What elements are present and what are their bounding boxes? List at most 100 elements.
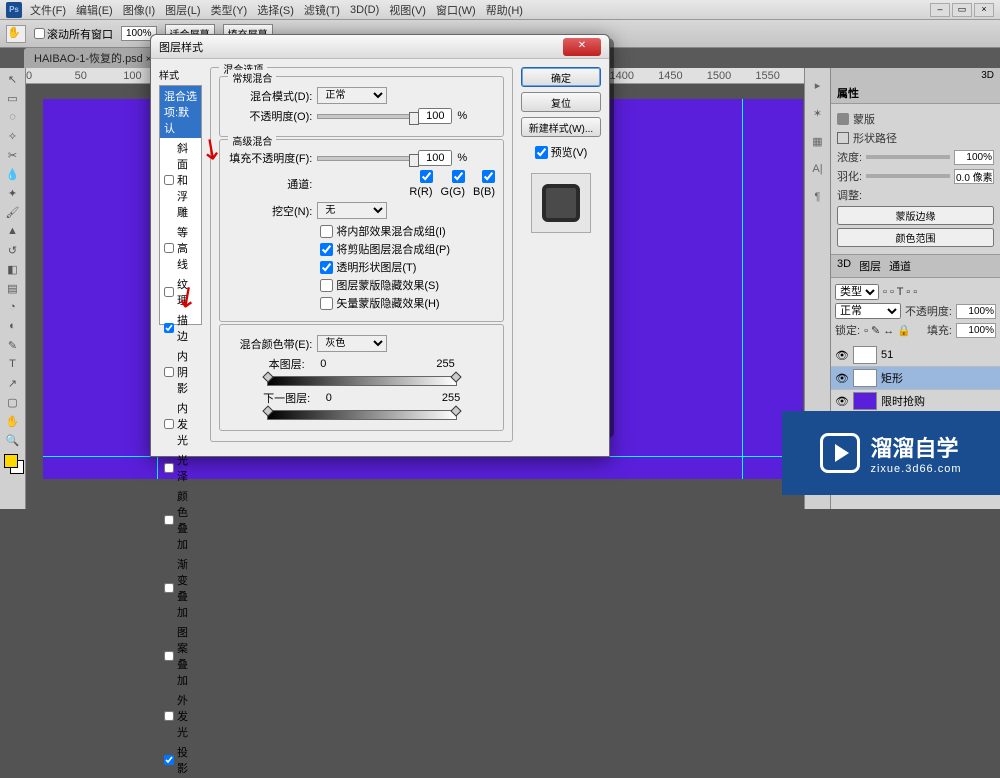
style-gradient-overlay[interactable]: 渐变叠加 [160, 554, 201, 622]
dodge-tool-icon[interactable]: ◐ [3, 317, 23, 335]
style-inner-shadow[interactable]: 内阴影 [160, 346, 201, 398]
style-drop-shadow[interactable]: 投影 [160, 742, 201, 778]
swatches-panel-icon[interactable]: ▦ [809, 132, 827, 150]
feather-input[interactable] [954, 169, 994, 184]
menu-view[interactable]: 视图(V) [389, 2, 426, 18]
dialog-close-icon[interactable]: ✕ [563, 38, 601, 56]
layer-mask-hides-checkbox[interactable]: 图层蒙版隐藏效果(S) [320, 277, 495, 293]
style-color-overlay[interactable]: 颜色叠加 [160, 486, 201, 554]
eraser-tool-icon[interactable]: ◧ [3, 260, 23, 278]
tab-layers[interactable]: 图层 [859, 258, 881, 274]
fill-opacity-input[interactable] [418, 150, 452, 166]
history-brush-icon[interactable]: ↺ [3, 241, 23, 259]
color-swatch[interactable] [4, 454, 22, 472]
knockout-select[interactable]: 无 [317, 202, 387, 219]
menu-file[interactable]: 文件(F) [30, 2, 66, 18]
new-style-button[interactable]: 新建样式(W)... [521, 117, 601, 137]
paragraph-panel-icon[interactable]: ¶ [809, 188, 827, 206]
shape-tool-icon[interactable]: ▢ [3, 393, 23, 411]
this-layer-gradient[interactable] [267, 376, 457, 386]
color-range-button[interactable]: 颜色范围 [837, 228, 994, 247]
opacity-input[interactable] [418, 108, 452, 124]
menu-filter[interactable]: 滤镜(T) [304, 2, 340, 18]
window-maximize-icon[interactable]: ▭ [952, 3, 972, 17]
brush-tool-icon[interactable]: 🖌 [3, 203, 23, 221]
tab-3d[interactable]: 3D [837, 258, 851, 274]
document-tab[interactable]: HAIBAO-1-恢复的.psd × [24, 48, 161, 68]
style-pattern-overlay[interactable]: 图案叠加 [160, 622, 201, 690]
vector-mask-hides-checkbox[interactable]: 矢量蒙版隐藏效果(H) [320, 295, 495, 311]
dialog-titlebar[interactable]: 图层样式 ✕ [151, 35, 609, 59]
visibility-icon[interactable]: 👁 [835, 372, 849, 385]
style-outer-glow[interactable]: 外发光 [160, 690, 201, 742]
eyedropper-tool-icon[interactable]: 💧 [3, 165, 23, 183]
scroll-all-windows-checkbox[interactable]: 滚动所有窗口 [34, 26, 113, 42]
character-panel-icon[interactable]: A| [809, 160, 827, 178]
zoom-tool-icon[interactable]: 🔍 [3, 431, 23, 449]
stamp-tool-icon[interactable]: ▲ [3, 222, 23, 240]
pen-tool-icon[interactable]: ✎ [3, 336, 23, 354]
channel-b-checkbox[interactable]: B(B) [473, 170, 495, 198]
toolbox: ↖ ▭ ◌ ✧ ✂ 💧 ✦ 🖌 ▲ ↺ ◧ ▤ ◔ ◐ ✎ T ↗ ▢ ✋ 🔍 [0, 68, 26, 509]
lasso-tool-icon[interactable]: ◌ [3, 108, 23, 126]
blend-mode-select[interactable]: 正常 [835, 303, 901, 319]
menu-3d[interactable]: 3D(D) [350, 4, 379, 16]
opacity-input[interactable] [956, 304, 996, 319]
menu-image[interactable]: 图像(I) [123, 2, 155, 18]
mask-edge-button[interactable]: 蒙版边缘 [837, 206, 994, 225]
move-tool-icon[interactable]: ↖ [3, 70, 23, 88]
style-texture[interactable]: 纹理 [160, 274, 201, 310]
tab-properties[interactable]: 属性 [837, 85, 859, 101]
style-bevel[interactable]: 斜面和浮雕 [160, 138, 201, 222]
menu-help[interactable]: 帮助(H) [486, 2, 523, 18]
fill-input[interactable] [956, 323, 996, 338]
blur-tool-icon[interactable]: ◔ [3, 298, 23, 316]
style-blending-options[interactable]: 混合选项:默认 [160, 86, 201, 138]
gradient-tool-icon[interactable]: ▤ [3, 279, 23, 297]
blend-clipped-checkbox[interactable]: 将剪贴图层混合成组(P) [320, 241, 495, 257]
window-minimize-icon[interactable]: – [930, 3, 950, 17]
menu-edit[interactable]: 编辑(E) [76, 2, 113, 18]
visibility-icon[interactable]: 👁 [835, 395, 849, 408]
density-input[interactable] [954, 150, 994, 165]
density-slider[interactable] [866, 155, 950, 159]
menu-type[interactable]: 类型(Y) [211, 2, 248, 18]
style-inner-glow[interactable]: 内发光 [160, 398, 201, 450]
layer-row[interactable]: 👁51 [831, 344, 1000, 367]
wand-tool-icon[interactable]: ✧ [3, 127, 23, 145]
opacity-slider[interactable] [317, 114, 413, 119]
channel-g-checkbox[interactable]: G(G) [441, 170, 465, 198]
hand-tool-icon[interactable]: ✋ [3, 412, 23, 430]
feather-slider[interactable] [866, 174, 950, 178]
menu-window[interactable]: 窗口(W) [436, 2, 476, 18]
marquee-tool-icon[interactable]: ▭ [3, 89, 23, 107]
tab-channels[interactable]: 通道 [889, 258, 911, 274]
style-stroke[interactable]: 描边 [160, 310, 201, 346]
transparency-shapes-checkbox[interactable]: 透明形状图层(T) [320, 259, 495, 275]
under-layer-gradient[interactable] [267, 410, 457, 420]
preview-checkbox[interactable]: 预览(V) [535, 144, 588, 160]
path-tool-icon[interactable]: ↗ [3, 374, 23, 392]
blend-mode-select[interactable]: 正常 [317, 87, 387, 104]
reset-button[interactable]: 复位 [521, 92, 601, 112]
brush-panel-icon[interactable]: ✶ [809, 104, 827, 122]
ok-button[interactable]: 确定 [521, 67, 601, 87]
menu-layer[interactable]: 图层(L) [165, 2, 200, 18]
layer-row[interactable]: 👁限时抢购 [831, 390, 1000, 413]
layer-filter-select[interactable]: 类型 [835, 284, 879, 300]
style-contour[interactable]: 等高线 [160, 222, 201, 274]
channel-r-checkbox[interactable]: R(R) [409, 170, 432, 198]
type-tool-icon[interactable]: T [3, 355, 23, 373]
crop-tool-icon[interactable]: ✂ [3, 146, 23, 164]
visibility-icon[interactable]: 👁 [835, 349, 849, 362]
healing-tool-icon[interactable]: ✦ [3, 184, 23, 202]
blend-interior-checkbox[interactable]: 将内部效果混合成组(I) [320, 223, 495, 239]
menu-select[interactable]: 选择(S) [257, 2, 294, 18]
hand-tool-icon[interactable]: ✋ [6, 25, 26, 43]
blendif-select[interactable]: 灰色 [317, 335, 387, 352]
window-close-icon[interactable]: × [974, 3, 994, 17]
history-panel-icon[interactable]: ▸ [809, 76, 827, 94]
layer-row[interactable]: 👁矩形 [831, 367, 1000, 390]
fill-opacity-slider[interactable] [317, 156, 413, 161]
style-satin[interactable]: 光泽 [160, 450, 201, 486]
